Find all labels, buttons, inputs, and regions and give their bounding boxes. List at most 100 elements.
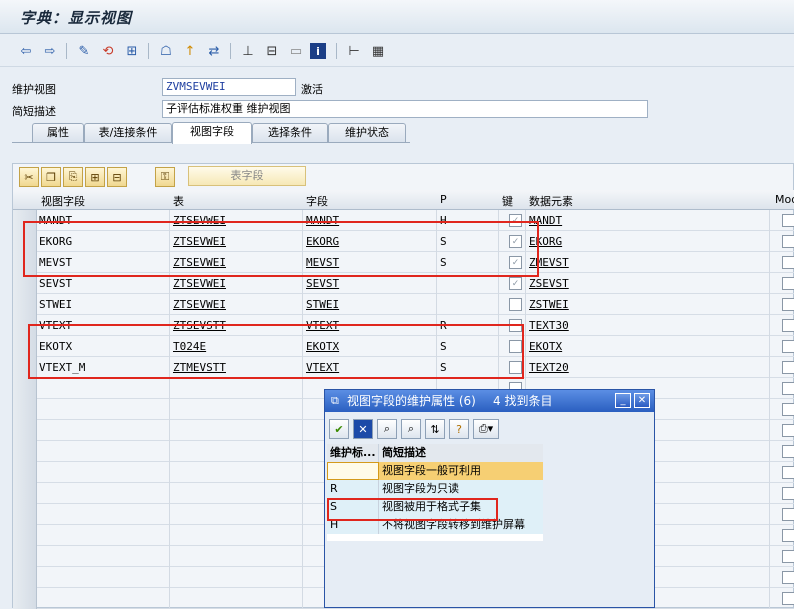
row-selector[interactable] xyxy=(13,546,37,567)
tree-icon[interactable]: ⊢ xyxy=(344,41,364,61)
back-icon[interactable]: ⇦ xyxy=(16,41,36,61)
mod-checkbox[interactable] xyxy=(782,235,794,248)
row-selector[interactable] xyxy=(13,399,37,420)
hierarchy-icon[interactable]: ⇄ xyxy=(204,41,224,61)
mod-checkbox[interactable] xyxy=(782,256,794,269)
short-desc-field[interactable]: 子评估标准权重 维护视图 xyxy=(162,100,648,118)
cut-icon[interactable]: ✂ xyxy=(19,167,39,187)
row-selector[interactable] xyxy=(13,567,37,588)
row-selector[interactable] xyxy=(13,462,37,483)
grid-icon[interactable]: ▦ xyxy=(368,41,388,61)
copy-icon[interactable]: ❐ xyxy=(41,167,61,187)
highlight-box-keys xyxy=(23,221,539,277)
cell-field[interactable]: STWEI xyxy=(306,294,339,315)
display-change-icon[interactable]: ⟲ xyxy=(98,41,118,61)
table-row[interactable]: STWEI ZTSEVWEI STWEI ZSTWEI xyxy=(13,294,794,315)
mod-checkbox[interactable] xyxy=(782,571,794,584)
mod-checkbox[interactable] xyxy=(782,592,794,605)
tab-maint-status[interactable]: 维护状态 xyxy=(328,123,406,143)
info-icon[interactable]: i xyxy=(310,43,326,59)
other-object-icon[interactable]: ✎ xyxy=(74,41,94,61)
cancel-icon[interactable]: ✕ xyxy=(353,419,373,439)
row-selector[interactable] xyxy=(13,294,37,315)
col-p[interactable]: P xyxy=(440,193,447,206)
insert-row-icon[interactable]: ⊞ xyxy=(85,167,105,187)
view-name-field[interactable]: ZVMSEVWEI xyxy=(162,78,296,96)
mod-checkbox[interactable] xyxy=(782,361,794,374)
mod-checkbox[interactable] xyxy=(782,466,794,479)
table-fields-button[interactable]: 表字段 xyxy=(188,166,306,186)
mod-checkbox[interactable] xyxy=(782,319,794,332)
row-selector[interactable] xyxy=(13,504,37,525)
print-dropdown-icon[interactable]: ⎙▾ xyxy=(473,419,499,439)
tab-attributes[interactable]: 属性 xyxy=(32,123,84,143)
col-field[interactable]: 字段 xyxy=(306,193,328,209)
mod-checkbox[interactable] xyxy=(782,340,794,353)
dialog-list-header: 维护标... 简短描述 xyxy=(327,444,543,462)
where-used-icon[interactable]: ☖ xyxy=(156,41,176,61)
forward-icon[interactable]: ⇨ xyxy=(40,41,60,61)
row-selector[interactable] xyxy=(13,525,37,546)
mod-checkbox[interactable] xyxy=(782,424,794,437)
print-preview-icon[interactable]: ⊟ xyxy=(262,41,282,61)
tab-table-join[interactable]: 表/连接条件 xyxy=(84,123,172,143)
cell-view-field[interactable]: STWEI xyxy=(39,294,72,315)
dialog-option-desc[interactable]: 视图字段一般可利用 xyxy=(379,462,543,480)
activate-icon[interactable]: ⊞ xyxy=(122,41,142,61)
mod-checkbox[interactable] xyxy=(782,214,794,227)
row-selector[interactable] xyxy=(13,441,37,462)
mod-checkbox[interactable] xyxy=(782,298,794,311)
dialog-option-key[interactable] xyxy=(327,462,379,480)
confirm-icon[interactable]: ✔ xyxy=(329,419,349,439)
row-selector[interactable] xyxy=(13,378,37,399)
row-selector[interactable] xyxy=(13,420,37,441)
paste-icon[interactable]: ⎘ xyxy=(63,167,83,187)
dialog-option-desc[interactable]: 视图字段为只读 xyxy=(379,480,543,498)
find-next-icon[interactable]: ⌕ xyxy=(401,419,421,439)
highlight-box-texts xyxy=(28,324,524,379)
sort-icon[interactable]: ⇅ xyxy=(425,419,445,439)
mod-checkbox[interactable] xyxy=(782,403,794,416)
dialog-option-row[interactable]: R 视图字段为只读 xyxy=(327,480,543,498)
find-icon[interactable]: ⌕ xyxy=(377,419,397,439)
cell-data-element[interactable]: ZSTWEI xyxy=(529,294,569,315)
mod-checkbox[interactable] xyxy=(782,445,794,458)
mod-checkbox[interactable] xyxy=(782,487,794,500)
tab-view-fields[interactable]: 视图字段 xyxy=(172,122,252,144)
tab-selection[interactable]: 选择条件 xyxy=(252,123,328,143)
mod-checkbox[interactable] xyxy=(782,529,794,542)
cell-data-element[interactable]: TEXT30 xyxy=(529,315,569,336)
help-icon[interactable]: ? xyxy=(449,419,469,439)
mod-checkbox[interactable] xyxy=(782,550,794,563)
row-selector[interactable] xyxy=(13,588,37,609)
close-icon[interactable]: ✕ xyxy=(634,393,650,408)
dialog-found-count: 4 找到条目 xyxy=(493,394,553,408)
navigate-icon[interactable]: ↑ xyxy=(180,41,200,61)
cell-data-element[interactable]: EKOTX xyxy=(529,336,562,357)
dialog-col-desc[interactable]: 简短描述 xyxy=(379,444,543,462)
col-data-element[interactable]: 数据元素 xyxy=(529,193,573,209)
dialog-option-key[interactable]: R xyxy=(327,480,379,498)
dialog-col-key[interactable]: 维护标... xyxy=(327,444,379,462)
col-mod[interactable]: Mod xyxy=(775,193,794,206)
row-selector[interactable] xyxy=(13,483,37,504)
cell-data-element[interactable]: TEXT20 xyxy=(529,357,569,378)
delete-row-icon[interactable]: ⊟ xyxy=(107,167,127,187)
layout-icon[interactable]: ▭ xyxy=(286,41,306,61)
col-view-field[interactable]: 视图字段 xyxy=(41,193,85,209)
mod-checkbox[interactable] xyxy=(782,382,794,395)
mod-checkbox[interactable] xyxy=(782,508,794,521)
view-status: 激活 xyxy=(301,83,323,96)
col-key[interactable]: 键 xyxy=(502,193,513,209)
key-checkbox[interactable] xyxy=(509,298,522,311)
cell-table[interactable]: ZTSEVWEI xyxy=(173,294,226,315)
application-toolbar: ⇦ ⇨ ✎ ⟲ ⊞ ☖ ↑ ⇄ ⊥ ⊟ ▭ i ⊢ ▦ xyxy=(0,35,794,67)
minimize-icon[interactable]: _ xyxy=(615,393,631,408)
col-table[interactable]: 表 xyxy=(173,193,184,209)
print-icon[interactable]: ⊥ xyxy=(238,41,258,61)
key-icon[interactable]: ⚿ xyxy=(155,167,175,187)
mod-checkbox[interactable] xyxy=(782,277,794,290)
key-checkbox[interactable]: ✓ xyxy=(509,277,522,290)
dialog-option-row[interactable]: 视图字段一般可利用 xyxy=(327,462,543,480)
view-label: 维护视图 xyxy=(12,83,56,96)
